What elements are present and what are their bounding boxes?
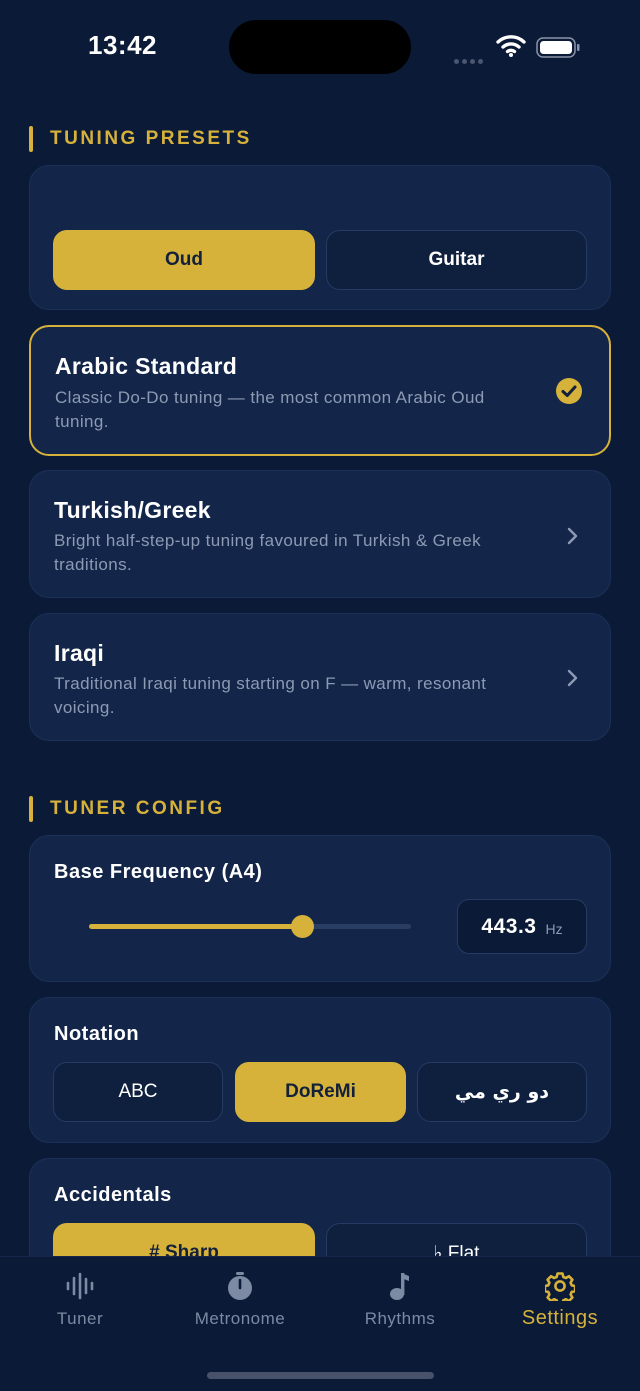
home-indicator — [207, 1372, 434, 1379]
tab-label: Settings — [521, 1307, 599, 1329]
instrument-oud-button[interactable]: Oud — [53, 230, 315, 290]
base-frequency-label: Base Frequency (A4) — [54, 861, 263, 883]
status-time: 13:42 — [88, 30, 157, 60]
tab-metronome[interactable]: Metronome — [160, 1257, 320, 1347]
section-accent-bar — [29, 126, 33, 152]
frequency-value: 443.3 — [481, 914, 537, 938]
settings-screen: 13:42 TUNING PRESETS Oud Guitar Arabic S… — [0, 0, 640, 1391]
frequency-slider-thumb[interactable] — [290, 915, 314, 938]
cellular-signal-icon — [454, 51, 488, 64]
wifi-icon — [496, 35, 526, 57]
notation-label: Notation — [54, 1023, 140, 1045]
tab-label: Tuner — [56, 1309, 104, 1328]
preset-title: Arabic Standard — [55, 353, 238, 379]
dynamic-island — [229, 20, 411, 74]
tab-label: Metronome — [194, 1309, 286, 1328]
notation-card: Notation ABC DoReMi دو ري مي — [29, 997, 611, 1143]
tab-tuner[interactable]: Tuner — [0, 1257, 160, 1347]
notation-arabic-button[interactable]: دو ري مي — [417, 1062, 587, 1122]
waveform-icon — [66, 1272, 94, 1300]
gear-icon — [545, 1272, 575, 1301]
frequency-value-field[interactable]: 443.3 Hz — [457, 899, 587, 954]
battery-icon — [536, 37, 580, 58]
preset-arabic-standard[interactable]: Arabic Standard Classic Do-Do tuning — t… — [29, 325, 611, 456]
tab-rhythms[interactable]: Rhythms — [320, 1257, 480, 1347]
preset-turkish-greek[interactable]: Turkish/Greek Bright half-step-up tuning… — [29, 470, 611, 598]
preset-iraqi[interactable]: Iraqi Traditional Iraqi tuning starting … — [29, 613, 611, 741]
chevron-right-icon — [567, 669, 578, 687]
preset-title: Iraqi — [54, 640, 105, 666]
tab-settings[interactable]: Settings — [480, 1257, 640, 1347]
timer-icon — [228, 1272, 252, 1300]
chevron-right-icon — [567, 527, 578, 545]
section-title: TUNER CONFIG — [50, 798, 225, 819]
section-header-tuning-presets: TUNING PRESETS — [29, 125, 252, 153]
preset-description: Classic Do-Do tuning — the most common A… — [55, 388, 485, 431]
notation-abc-button[interactable]: ABC — [53, 1062, 223, 1122]
preset-description: Bright half-step-up tuning favoured in T… — [54, 531, 481, 574]
section-header-tuner-config: TUNER CONFIG — [29, 795, 225, 823]
instrument-guitar-button[interactable]: Guitar — [326, 230, 587, 290]
frequency-slider-fill — [89, 924, 302, 929]
checkmark-circle-icon — [556, 378, 582, 404]
music-note-icon — [390, 1273, 409, 1300]
frequency-unit: Hz — [545, 920, 563, 937]
preset-title: Turkish/Greek — [54, 497, 211, 523]
preset-description: Traditional Iraqi tuning starting on F —… — [54, 674, 487, 717]
tab-label: Rhythms — [364, 1309, 436, 1328]
base-frequency-card: Base Frequency (A4) 443.3 Hz — [29, 835, 611, 982]
instrument-card: Oud Guitar — [29, 165, 611, 310]
accidentals-label: Accidentals — [54, 1184, 172, 1206]
notation-doremi-button[interactable]: DoReMi — [235, 1062, 406, 1122]
tab-bar: Tuner Metronome Rhythms Settings — [0, 1256, 640, 1391]
frequency-slider-track[interactable] — [89, 924, 411, 929]
section-title: TUNING PRESETS — [50, 128, 252, 149]
status-bar: 13:42 — [0, 0, 640, 95]
section-accent-bar — [29, 796, 33, 822]
